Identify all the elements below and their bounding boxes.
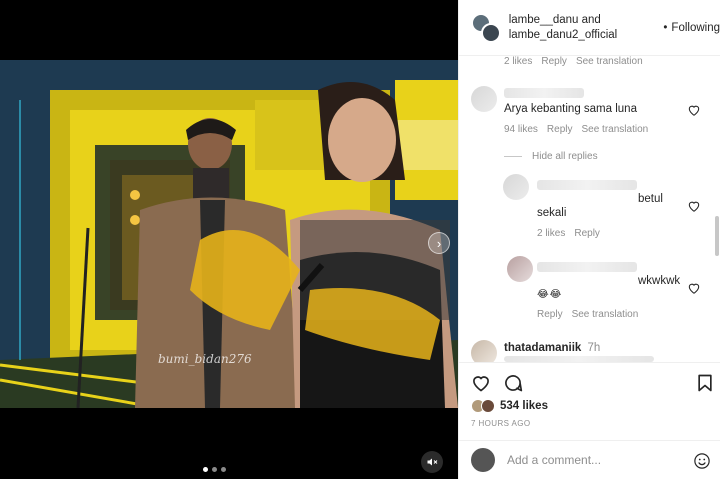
avatar [481,399,495,413]
comments-scrollbar[interactable] [715,216,719,256]
post-header: lambe__danu and lambe_danu2_official • Fo… [459,0,720,56]
comment-meta: 2 likes Reply See translation [504,56,643,67]
likes-count[interactable]: 534 likes [500,400,548,412]
avatar [471,448,495,472]
comment-text: wkwkwk [638,275,681,287]
heart-icon[interactable] [687,281,701,295]
username-link[interactable]: lambe_danu2_official [509,29,617,41]
mute-button[interactable] [421,451,443,473]
blurred-username[interactable] [537,180,637,190]
comment-composer [459,440,720,479]
smiley-icon[interactable] [693,452,711,470]
video-frame[interactable]: bumi_bidan276 [0,60,458,408]
carousel-dot-active [203,467,208,472]
and-text: and [578,13,601,26]
heart-icon[interactable] [687,103,701,117]
comment-username[interactable]: thatadamaniik 7h [504,342,600,354]
action-icons [471,373,523,393]
hide-replies-button[interactable]: Hide all replies [504,151,598,162]
likes-summary[interactable]: 534 likes [471,399,548,413]
comment-meta: 2 likes Reply [537,228,600,239]
collab-usernames: lambe__danu and lambe_danu2_official [509,13,656,43]
speaker-muted-icon [427,458,438,466]
comment-text: betul [638,193,663,205]
chevron-right-icon: › [436,235,442,251]
bookmark-icon[interactable] [695,373,715,393]
comment-icon[interactable] [503,373,523,393]
comment-text: Arya kebanting sama luna [504,103,637,115]
carousel-dot [212,467,217,472]
next-media-button[interactable]: › [428,232,450,254]
blurred-username[interactable] [504,88,584,98]
comment-text: sekali [537,207,567,219]
avatar[interactable] [471,86,497,112]
avatar[interactable] [471,340,497,362]
post-media[interactable]: bumi_bidan276 › [0,0,458,479]
collab-avatars[interactable] [471,12,501,43]
post-timestamp: 7 HOURS AGO [471,419,531,428]
post-actions: 534 likes 7 HOURS AGO [459,362,720,440]
comment-meta: Reply See translation [537,309,639,320]
avatar[interactable] [481,22,501,43]
comment-emoji: 😂😂 [537,289,563,300]
heart-icon[interactable] [471,373,491,393]
username-link[interactable]: lambe__danu [509,14,579,26]
avatar[interactable] [503,174,529,200]
comment-input[interactable] [507,453,677,467]
comment-meta: 94 likes Reply See translation [504,124,649,135]
avatar[interactable] [507,256,533,282]
blurred-username[interactable] [537,262,637,272]
heart-icon[interactable] [687,199,701,213]
video-watermark: bumi_bidan276 [158,352,252,366]
carousel-indicator [203,467,226,472]
comments-list[interactable]: 2 likes Reply See translation Arya keban… [459,56,720,362]
post-side-panel: lambe__danu and lambe_danu2_official • Fo… [458,0,720,479]
carousel-dot [221,467,226,472]
following-button[interactable]: • Following [663,22,720,34]
